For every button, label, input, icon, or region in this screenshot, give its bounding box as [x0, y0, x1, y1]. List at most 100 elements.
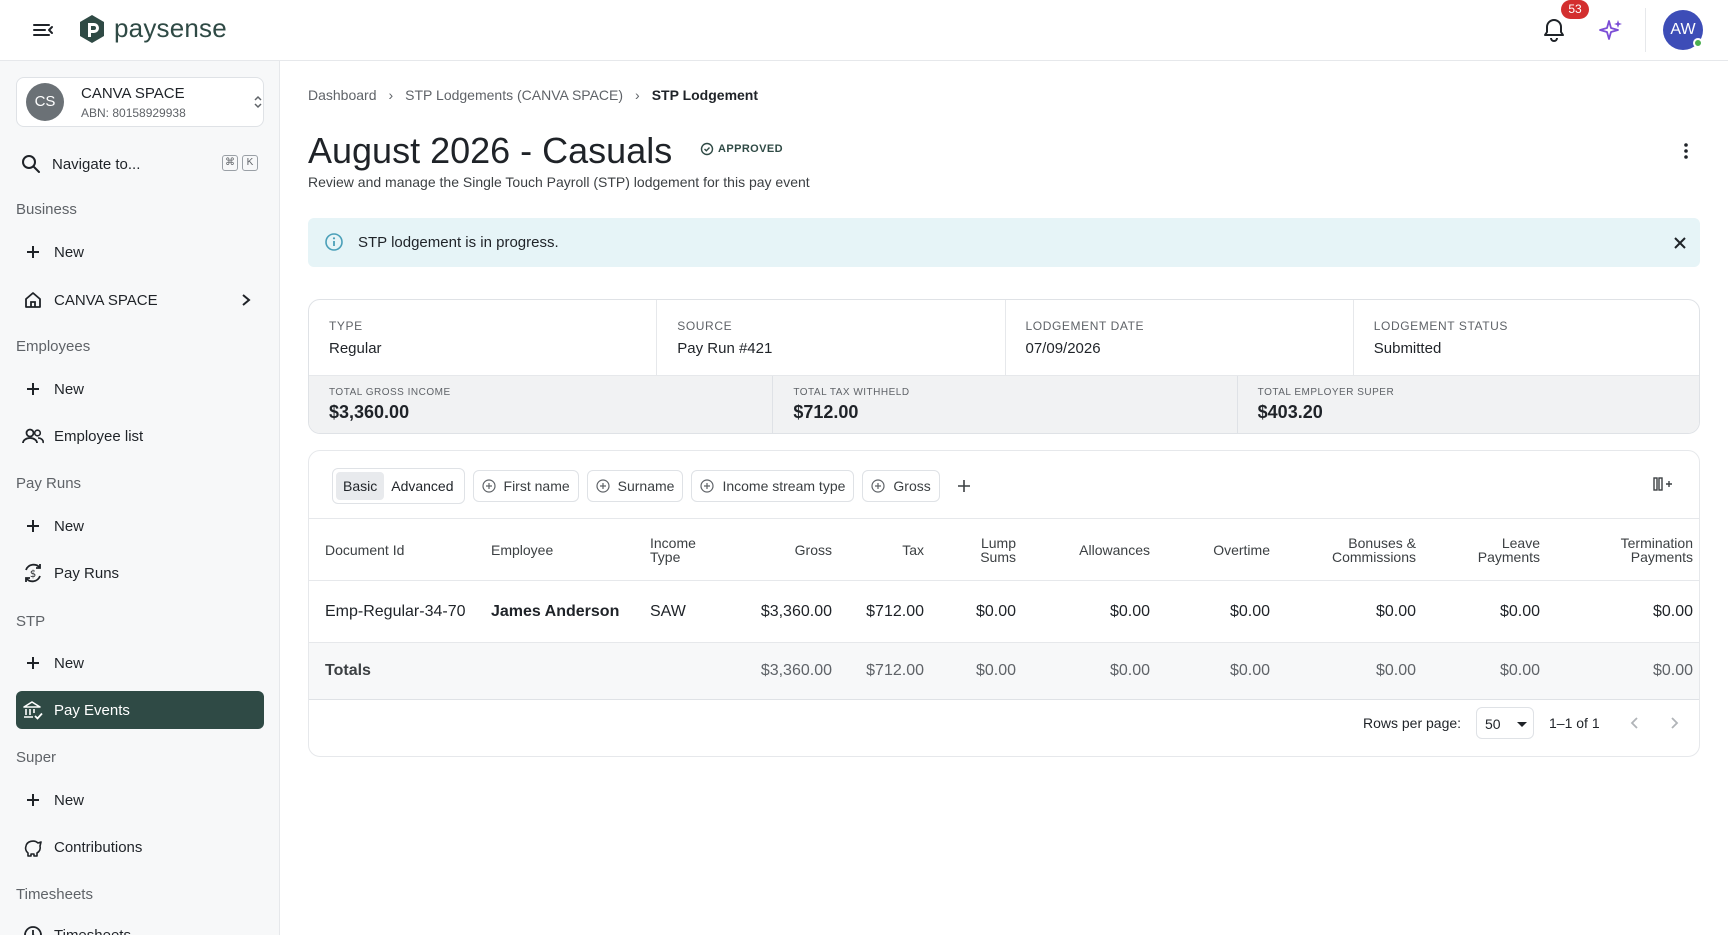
notifications-bell-icon[interactable] [1541, 16, 1567, 44]
previous-page-icon[interactable] [1625, 713, 1645, 733]
sidebar-item-label: Contributions [54, 838, 143, 856]
summary-label: LODGEMENT DATE [1025, 319, 1145, 333]
table-row[interactable]: Emp-Regular-34-70 James Anderson SAW $3,… [309, 580, 1699, 643]
filter-chip-label: Gross [893, 478, 931, 494]
summary-label: TYPE [329, 319, 363, 333]
next-page-icon[interactable] [1664, 713, 1684, 733]
sidebar-item-business-org[interactable]: CANVA SPACE [16, 281, 264, 319]
close-icon[interactable] [1671, 234, 1689, 252]
column-header-employee[interactable]: Employee [483, 518, 642, 581]
sidebar-item-employee-list[interactable]: Employee list [16, 417, 264, 455]
breadcrumb-dashboard[interactable]: Dashboard [308, 87, 377, 103]
search-icon [22, 155, 40, 173]
sidebar-item-timesheets[interactable]: Timesheets [16, 916, 264, 935]
filter-chip-income-stream-type[interactable]: Income stream type [691, 470, 855, 502]
sidebar-item-pay-runs[interactable]: $ Pay Runs [16, 554, 264, 592]
filter-chip-surname[interactable]: Surname [586, 470, 684, 502]
plus-icon [22, 378, 44, 400]
sidebar-item-super-new[interactable]: New [16, 781, 264, 819]
online-status-dot [1693, 38, 1703, 48]
rows-per-page-label: Rows per page: [1363, 715, 1462, 731]
app-name: paysense [114, 13, 227, 43]
totals-overtime: $0.00 [1158, 642, 1278, 700]
sidebar-item-pay-runs-new[interactable]: New [16, 507, 264, 545]
column-header-gross[interactable]: Gross [742, 518, 840, 581]
cell-document-id: Emp-Regular-34-70 [309, 580, 483, 643]
breadcrumb: Dashboard › STP Lodgements (CANVA SPACE)… [308, 87, 758, 103]
summary-value: Regular [329, 340, 382, 357]
section-super: Super [16, 749, 57, 766]
rows-per-page-select[interactable]: 50 [1476, 707, 1534, 739]
filter-chip-gross[interactable]: Gross [862, 470, 940, 502]
column-header-allowances[interactable]: Allowances [1024, 518, 1158, 581]
filter-chip-first-name[interactable]: First name [472, 470, 579, 502]
caret-down-icon [1517, 722, 1527, 727]
totals-leave-payments: $0.00 [1424, 642, 1548, 700]
navigate-search[interactable]: Navigate to... ⌘ K [20, 151, 260, 177]
column-header-termination-payments[interactable]: Termination Payments [1548, 518, 1699, 581]
page-subtitle: Review and manage the Single Touch Payro… [308, 174, 810, 190]
sidebar-item-label: Timesheets [54, 926, 131, 935]
summary-source: SOURCE Pay Run #421 [657, 300, 1006, 375]
section-business: Business [16, 201, 77, 218]
app-logo[interactable]: paysense [78, 13, 227, 44]
add-circle-icon [596, 479, 610, 493]
column-header-lump-sums[interactable]: Lump Sums [932, 518, 1024, 581]
top-bar: paysense 53 AW [0, 0, 1728, 61]
main-content: Dashboard › STP Lodgements (CANVA SPACE)… [281, 61, 1728, 935]
plus-icon [22, 789, 44, 811]
totals-bonuses: $0.00 [1278, 642, 1424, 700]
breadcrumb-stp-lodgements[interactable]: STP Lodgements (CANVA SPACE) [405, 87, 623, 103]
chevron-right-icon: › [635, 87, 640, 103]
column-header-tax[interactable]: Tax [840, 518, 932, 581]
cell-employee: James Anderson [483, 580, 642, 643]
top-bar-divider [1645, 8, 1646, 52]
section-employees: Employees [16, 338, 91, 355]
summary-value: $403.20 [1257, 402, 1323, 422]
sidebar-item-stp-new[interactable]: New [16, 644, 264, 682]
column-header-bonuses[interactable]: Bonuses & Commissions [1278, 518, 1424, 581]
sidebar-item-label: Pay Events [54, 701, 130, 719]
totals-empty-cell [642, 642, 742, 700]
summary-type: TYPE Regular [309, 300, 658, 375]
sidebar-item-business-new[interactable]: New [16, 233, 264, 271]
alert-message: STP lodgement is in progress. [358, 234, 559, 251]
sidebar-item-pay-events[interactable]: Pay Events [16, 691, 264, 729]
cell-overtime: $0.00 [1158, 580, 1278, 643]
organization-switcher[interactable]: CS CANVA SPACE ABN: 80158929938 [16, 77, 264, 127]
sidebar-item-employees-new[interactable]: New [16, 370, 264, 408]
plus-icon [22, 515, 44, 537]
home-icon [22, 289, 44, 311]
summary-label: LODGEMENT STATUS [1373, 319, 1509, 333]
org-name: CANVA SPACE [81, 85, 185, 102]
lodgement-summary: TYPE Regular SOURCE Pay Run #421 LODGEME… [308, 299, 1700, 434]
lodgement-table: Document Id Employee Income Type Gross Ta… [309, 518, 1699, 700]
column-header-income-type[interactable]: Income Type [642, 518, 742, 581]
column-header-overtime[interactable]: Overtime [1158, 518, 1278, 581]
basic-view-button[interactable]: Basic [336, 472, 385, 500]
cell-gross: $3,360.00 [742, 580, 840, 643]
advanced-view-button[interactable]: Advanced [384, 472, 460, 500]
currency-exchange-icon: $ [22, 562, 44, 584]
column-header-document-id[interactable]: Document Id [309, 518, 483, 581]
column-header-leave-payments[interactable]: Leave Payments [1424, 518, 1548, 581]
totals-empty-cell [483, 642, 642, 700]
column-settings-icon[interactable] [1652, 473, 1674, 495]
summary-value: $3,360.00 [329, 402, 410, 422]
plus-icon [957, 480, 970, 492]
sidebar-item-contributions[interactable]: Contributions [16, 828, 264, 866]
more-options-icon[interactable] [1676, 141, 1696, 161]
menu-collapse-icon[interactable] [30, 18, 56, 42]
ai-assistant-sparkle-icon[interactable] [1598, 17, 1624, 43]
cell-lump-sums: $0.00 [932, 580, 1024, 643]
people-icon [22, 425, 44, 447]
summary-label: TOTAL GROSS INCOME [329, 387, 451, 398]
info-icon [325, 233, 343, 251]
sidebar-item-label: New [54, 243, 85, 261]
filter-bar: Basic Advanced First name Surname Income… [332, 468, 976, 504]
status-badge: APPROVED [700, 142, 783, 156]
status-badge-label: APPROVED [718, 143, 783, 155]
sidebar-item-label: New [54, 517, 85, 535]
add-filter-button[interactable] [952, 474, 976, 498]
totals-label: Totals [309, 642, 483, 700]
